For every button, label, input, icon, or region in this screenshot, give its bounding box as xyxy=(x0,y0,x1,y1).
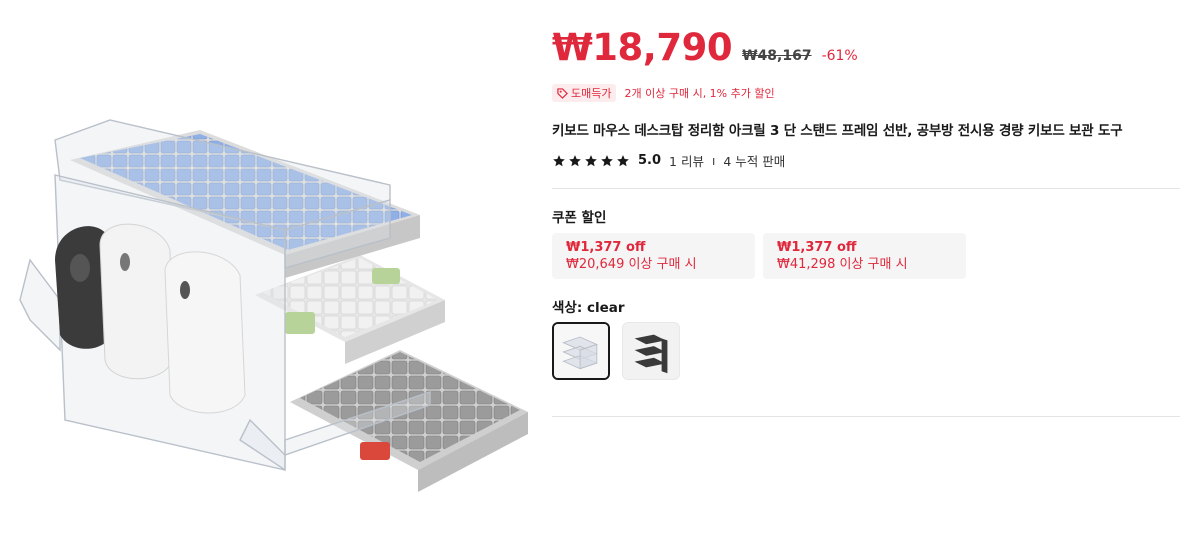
promo-badge: 도매득가 xyxy=(552,84,617,102)
coupon-amount: ₩1,377 off xyxy=(777,240,857,255)
color-swatches xyxy=(552,322,680,380)
star-rating[interactable] xyxy=(552,154,630,168)
coupon-card[interactable]: ₩1,377 off ₩41,298 이상 구매 시 xyxy=(763,233,966,279)
divider xyxy=(552,188,1180,189)
color-swatch-clear[interactable] xyxy=(552,322,610,380)
divider xyxy=(552,416,1180,417)
sales-count: 4 누적 판매 xyxy=(723,154,786,169)
rating-value: 5.0 xyxy=(638,153,662,168)
rating-row: 5.0 1 리뷰 ı 4 누적 판매 xyxy=(552,151,785,170)
promo-text: 2개 이상 구매 시, 1% 추가 할인 xyxy=(624,87,775,100)
promo-row: 도매득가 2개 이상 구매 시, 1% 추가 할인 xyxy=(552,84,775,102)
coupon-list: ₩1,377 off ₩20,649 이상 구매 시 ₩1,377 off ₩4… xyxy=(552,233,966,279)
star-icon xyxy=(585,154,597,166)
review-count-link[interactable]: 1 리뷰 xyxy=(669,151,704,170)
price-tag-icon xyxy=(557,87,568,99)
separator: ı xyxy=(711,153,716,168)
star-icon xyxy=(617,154,629,166)
color-label: 색상: clear xyxy=(552,300,625,316)
current-price: ₩18,790 xyxy=(552,26,733,69)
product-image[interactable] xyxy=(0,0,545,542)
color-swatch-black[interactable] xyxy=(622,322,680,380)
product-title: 키보드 마우스 데스크탑 정리함 아크릴 3 단 스탠드 프레임 선반, 공부방… xyxy=(552,123,1123,139)
original-price: ₩48,167 xyxy=(742,48,812,64)
coupon-condition: ₩20,649 이상 구매 시 xyxy=(566,257,697,272)
star-icon xyxy=(553,154,565,166)
star-icon xyxy=(601,154,613,166)
coupon-card[interactable]: ₩1,377 off ₩20,649 이상 구매 시 xyxy=(552,233,755,279)
discount-percent: -61% xyxy=(821,48,858,64)
price-row: ₩18,790 ₩48,167 -61% xyxy=(552,26,858,69)
coupon-condition: ₩41,298 이상 구매 시 xyxy=(777,257,908,272)
star-icon xyxy=(569,154,581,166)
coupon-heading: 쿠폰 할인 xyxy=(552,210,607,226)
coupon-amount: ₩1,377 off xyxy=(566,240,646,255)
promo-badge-label: 도매득가 xyxy=(571,87,612,100)
